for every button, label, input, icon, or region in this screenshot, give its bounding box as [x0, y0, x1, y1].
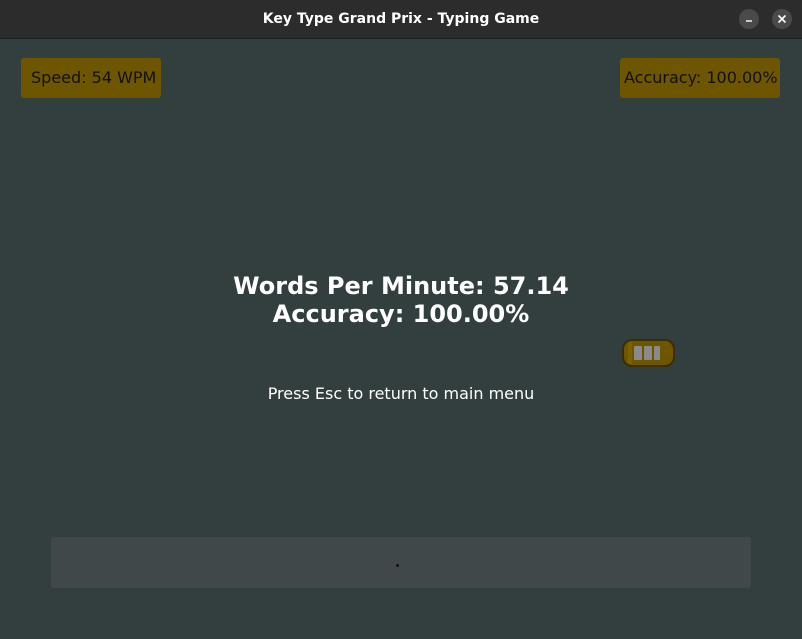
close-icon: [777, 14, 787, 24]
accuracy-indicator: Accuracy: 100.00%: [620, 58, 780, 98]
game-window: Key Type Grand Prix - Typing Game Speed:…: [0, 0, 802, 639]
close-button[interactable]: [772, 9, 792, 29]
typing-input[interactable]: [51, 537, 751, 588]
window-title: Key Type Grand Prix - Typing Game: [262, 11, 540, 27]
minimize-button[interactable]: [739, 9, 759, 29]
title-bar: Key Type Grand Prix - Typing Game: [0, 0, 802, 39]
speed-indicator: Speed: 54 WPM: [21, 58, 161, 98]
minimize-icon: [746, 20, 752, 22]
race-car-icon: [622, 339, 675, 367]
return-hint: Press Esc to return to main menu: [267, 384, 535, 403]
final-accuracy: Accuracy: 100.00%: [272, 300, 530, 328]
typing-input-value: [396, 564, 399, 567]
final-wpm: Words Per Minute: 57.14: [233, 272, 569, 300]
